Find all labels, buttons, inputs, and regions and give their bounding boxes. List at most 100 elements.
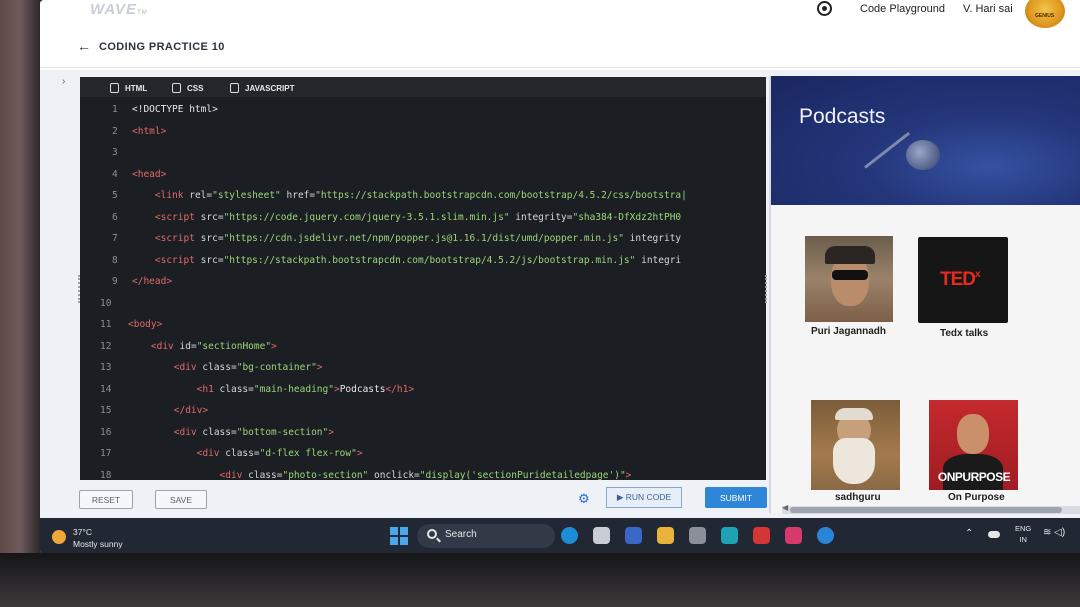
photo-turban xyxy=(835,408,873,420)
line-number: 3 xyxy=(112,147,118,158)
scrollbar-thumb[interactable] xyxy=(790,507,1062,513)
taskbar-app-icon[interactable] xyxy=(753,527,770,544)
code-line[interactable]: <div class="bg-container"> xyxy=(128,362,323,373)
back-arrow-icon[interactable]: ← xyxy=(77,38,91,54)
onedrive-cloud-icon[interactable] xyxy=(988,531,1000,538)
line-number: 16 xyxy=(100,426,112,438)
logo-text: WAVE xyxy=(90,1,138,18)
windows-taskbar: 37°C Mostly sunny Search ⌃ ENG IN ≋ ◁) xyxy=(40,518,1080,556)
taskbar-app-icon[interactable] xyxy=(817,527,834,544)
laptop-bezel-bottom xyxy=(0,553,1080,607)
code-line[interactable]: <head> xyxy=(132,169,166,180)
notification-icon[interactable] xyxy=(817,1,832,16)
taskbar-app-icon[interactable] xyxy=(561,527,578,544)
code-editor[interactable]: HTML CSS JAVASCRIPT 1 <!DOCTYPE html> 2 <ht… xyxy=(80,77,766,480)
line-number: 18 xyxy=(100,469,112,481)
line-number: 7 xyxy=(112,233,118,244)
code-line[interactable]: <div class="photo-section" onclick="disp… xyxy=(128,470,632,481)
line-number: 9 xyxy=(112,276,118,287)
card-caption: sadhguru xyxy=(835,492,881,503)
line-number: 5 xyxy=(112,190,118,201)
tedx-logo-text: TEDx xyxy=(940,269,980,291)
tab-html-label: HTML xyxy=(125,83,148,93)
scroll-left-arrow-icon[interactable]: ◀ xyxy=(782,503,788,512)
tab-javascript-label: JAVASCRIPT xyxy=(245,83,295,93)
tab-html[interactable]: HTML xyxy=(110,81,147,95)
save-button[interactable]: SAVE xyxy=(155,490,207,509)
tab-css-label: CSS xyxy=(187,83,204,93)
taskbar-app-icon[interactable] xyxy=(721,527,738,544)
ted-text: TED xyxy=(940,269,976,290)
badge-text: GENIUS xyxy=(1035,13,1055,19)
code-line[interactable]: <link rel="stylesheet" href="https://sta… xyxy=(132,190,687,201)
tab-javascript[interactable]: JAVASCRIPT xyxy=(230,81,295,95)
photo-beard xyxy=(833,438,875,484)
nav-user-name[interactable]: V. Hari sai xyxy=(963,3,1013,15)
line-number: 15 xyxy=(100,405,112,416)
output-preview[interactable]: Podcasts Puri Jagannadh TEDx Tedx talks xyxy=(769,76,1080,513)
logo-tm: TM xyxy=(137,10,148,16)
taskbar-search-box[interactable] xyxy=(417,524,555,548)
code-line[interactable]: <script src="https://cdn.jsdelivr.net/np… xyxy=(132,233,681,244)
code-line[interactable]: <!DOCTYPE html> xyxy=(132,104,218,115)
taskbar-app-icon[interactable] xyxy=(689,527,706,544)
code-line[interactable]: <html> xyxy=(132,126,166,137)
main-heading: Podcasts xyxy=(799,105,886,128)
code-line[interactable]: </head> xyxy=(132,276,172,287)
line-number: 10 xyxy=(100,297,112,309)
code-line[interactable]: <div id="sectionHome"> xyxy=(128,341,277,352)
line-number: 2 xyxy=(112,125,118,137)
taskbar-app-icon[interactable] xyxy=(657,527,674,544)
podcasts-banner: Podcasts xyxy=(771,76,1080,205)
top-navbar: WAVETM Code Playground V. Hari sai GENIU… xyxy=(40,0,1080,28)
weather-description[interactable]: Mostly sunny xyxy=(73,539,123,549)
page-title-bar: ← CODING PRACTICE 10 xyxy=(40,28,1080,68)
submit-button[interactable]: SUBMIT xyxy=(705,487,767,508)
code-line[interactable]: <div class="bottom-section"> xyxy=(128,427,334,438)
microphone-icon xyxy=(906,140,940,170)
code-line[interactable]: <h1 class="main-heading">Podcasts</h1> xyxy=(128,384,414,395)
taskbar-app-icon[interactable] xyxy=(625,527,642,544)
ted-x-text: x xyxy=(975,269,980,280)
expand-panel-chevron-icon[interactable]: › xyxy=(62,76,76,94)
code-line[interactable]: <body> xyxy=(128,319,162,330)
weather-temperature[interactable]: 37°C xyxy=(73,527,92,537)
windows-start-icon[interactable] xyxy=(390,527,408,545)
taskbar-app-icon[interactable] xyxy=(785,527,802,544)
editor-tabs: HTML CSS JAVASCRIPT xyxy=(80,77,766,97)
code-line[interactable]: <script src="https://code.jquery.com/jqu… xyxy=(132,212,681,223)
settings-gear-icon[interactable]: ⚙ xyxy=(578,491,590,507)
line-number: 13 xyxy=(100,362,112,373)
run-code-button[interactable]: ▶ RUN CODE xyxy=(606,487,682,508)
language-indicator[interactable]: ENG IN xyxy=(1015,523,1031,545)
line-number: 11 xyxy=(100,319,112,330)
javascript-icon xyxy=(230,83,239,93)
puri-jagannadh-photo xyxy=(805,236,893,322)
tab-css[interactable]: CSS xyxy=(172,81,203,95)
line-number: 8 xyxy=(112,254,118,266)
line-number: 4 xyxy=(112,168,118,180)
card-caption: Tedx talks xyxy=(940,328,989,339)
nav-code-playground-link[interactable]: Code Playground xyxy=(860,3,945,15)
page-title: CODING PRACTICE 10 xyxy=(99,41,225,53)
tedx-logo-image: TEDx xyxy=(918,237,1008,323)
code-line[interactable]: <script src="https://stackpath.bootstrap… xyxy=(132,255,681,266)
photo-hat xyxy=(825,246,875,264)
tray-chevron-up-icon[interactable]: ⌃ xyxy=(965,528,973,539)
brand-logo[interactable]: WAVETM xyxy=(90,1,148,18)
taskbar-search-label[interactable]: Search xyxy=(445,529,477,540)
card-caption: Puri Jagannadh xyxy=(811,326,887,337)
line-number: 12 xyxy=(100,340,112,352)
wifi-volume-icon[interactable]: ≋ ◁) xyxy=(1043,527,1065,538)
user-avatar-badge[interactable]: GENIUS xyxy=(1025,0,1065,28)
photo-sunglasses xyxy=(832,270,868,280)
code-line[interactable]: <div class="d-flex flex-row"> xyxy=(128,448,363,459)
weather-sun-icon[interactable] xyxy=(52,530,66,544)
search-icon xyxy=(427,529,437,539)
html5-icon xyxy=(110,83,119,93)
code-line[interactable]: </div> xyxy=(128,405,208,416)
line-number: 1 xyxy=(112,104,118,115)
taskbar-app-icon[interactable] xyxy=(593,527,610,544)
reset-button[interactable]: RESET xyxy=(79,490,133,509)
line-number: 14 xyxy=(100,383,112,395)
